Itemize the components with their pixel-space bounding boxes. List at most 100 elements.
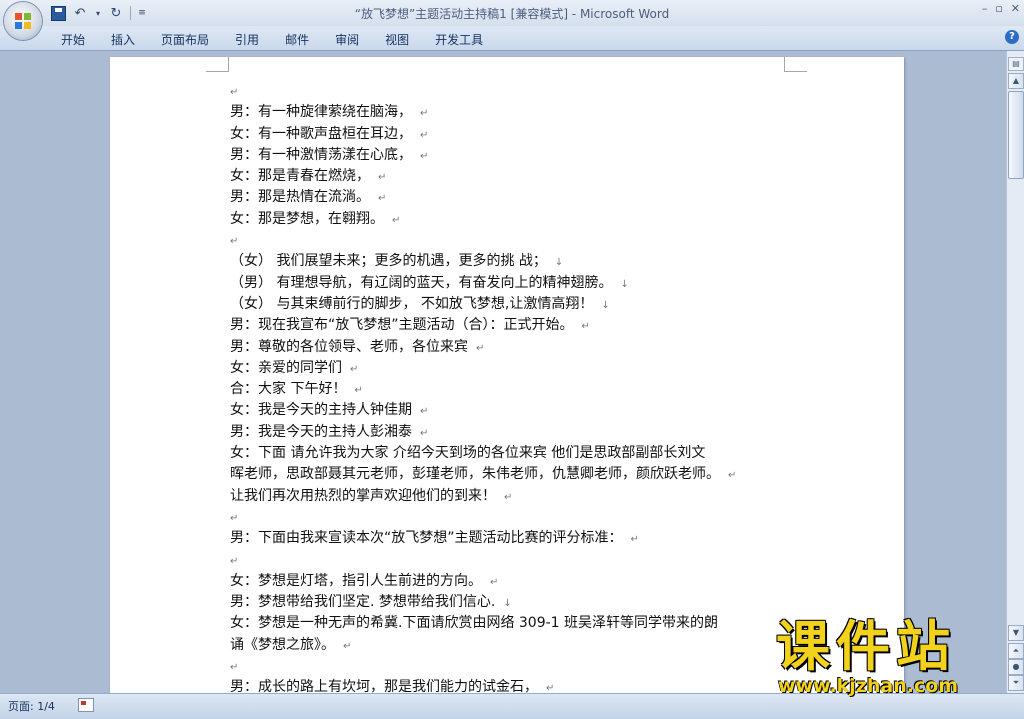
paragraph-line[interactable]: ↵ <box>230 81 790 102</box>
paragraph-line[interactable]: （男） 有理想导航，有辽阔的蓝天，有奋发向上的精神翅膀。 ↓ <box>230 273 790 294</box>
paragraph-mark-icon: ↓ <box>601 299 610 311</box>
paragraph-line[interactable]: 男：那是热情在流淌。 ↵ <box>230 187 790 208</box>
paragraph-text: 女：梦想是一种无声的希冀.下面请欣赏由网络 309-1 班吴泽轩等同学带来的朗 <box>230 615 719 632</box>
proofing-icon[interactable] <box>78 698 94 712</box>
paragraph-mark-icon: ↵ <box>504 491 513 503</box>
paragraph-text: 男：现在我宣布“放飞梦想”主题活动（合）：正式开始。 <box>230 317 574 334</box>
paragraph-mark-icon: ↵ <box>230 236 239 248</box>
paragraph-line[interactable]: 男：下面由我来宣读本次“放飞梦想”主题活动比赛的评分标准： ↵ <box>230 528 790 549</box>
scroll-thumb[interactable] <box>1008 91 1024 179</box>
close-icon[interactable]: ✕ <box>1011 2 1020 15</box>
paragraph-line[interactable]: 晖老师，思政部聂其元老师，彭瑾老师，朱伟老师，仇慧卿老师，颜欣跃老师。 ↵ <box>230 464 790 485</box>
paragraph-text: 女：那是梦想，在翱翔。 <box>230 210 384 227</box>
paragraph-line[interactable]: 男：尊敬的各位领导、老师，各位来宾 ↵ <box>230 337 790 358</box>
paragraph-line[interactable]: 女：梦想是灯塔，指引人生前进的方向。 ↵ <box>230 571 790 592</box>
next-page-icon[interactable]: ⏷ <box>1008 675 1024 691</box>
paragraph-text: 男：尊敬的各位领导、老师，各位来宾 <box>230 338 468 355</box>
browse-object-icon[interactable]: ● <box>1008 659 1024 675</box>
paragraph-line[interactable]: 女：梦想是一种无声的希冀.下面请欣赏由网络 309-1 班吴泽轩等同学带来的朗 <box>230 613 790 634</box>
paragraph-line[interactable]: 女：下面 请允许我为大家 介绍今天到场的各位来宾 他们是思政部副部长刘文 <box>230 443 790 464</box>
tab-home[interactable]: 开始 <box>48 30 98 49</box>
help-icon[interactable]: ? <box>1005 30 1019 44</box>
paragraph-line[interactable]: 男：我是今天的主持人彭湘泰 ↵ <box>230 422 790 443</box>
paragraph-line[interactable]: ↵ <box>230 230 790 251</box>
paragraph-line[interactable]: ↵ <box>230 507 790 528</box>
paragraph-text: 女：梦想是灯塔，指引人生前进的方向。 <box>230 572 482 589</box>
watermark-logo: 课件站 www.kjzhan.com <box>776 615 1004 697</box>
paragraph-mark-icon: ↵ <box>728 470 737 482</box>
restore-icon[interactable]: ▫ <box>995 2 1002 15</box>
title-bar: ↶ ▾ ↻ ≡ “放飞梦想”主题活动主持稿1 [兼容模式] - Microsof… <box>0 0 1024 26</box>
paragraph-mark-icon: ↵ <box>343 640 352 652</box>
paragraph-text: 女：下面 请允许我为大家 介绍今天到场的各位来宾 他们是思政部副部长刘文 <box>230 445 706 462</box>
tab-review[interactable]: 审阅 <box>322 30 372 49</box>
document-body[interactable]: ↵ 男：有一种旋律萦绕在脑海， ↵ 女：有一种歌声盘桓在耳边， ↵ 男：有一种激情荡漾在心… <box>230 81 790 693</box>
paragraph-mark-icon: ↵ <box>420 406 429 418</box>
tab-mailings[interactable]: 邮件 <box>272 30 322 49</box>
paragraph-mark-icon: ↵ <box>378 193 387 205</box>
paragraph-mark-icon: ↵ <box>420 427 429 439</box>
paragraph-line[interactable]: 合：大家 下午好！ ↵ <box>230 379 790 400</box>
paragraph-line[interactable]: 女：亲爱的同学们 ↵ <box>230 358 790 379</box>
ribbon-tabs: 开始 插入 页面布局 引用 邮件 审阅 视图 开发工具 <box>48 30 496 49</box>
paragraph-text: 合：大家 下午好！ <box>230 381 347 398</box>
paragraph-line[interactable]: 男：有一种激情荡漾在心底， ↵ <box>230 145 790 166</box>
page-count[interactable]: 页面: 1/4 <box>8 698 55 714</box>
paragraph-line[interactable]: 诵《梦想之旅》。 ↵ <box>230 635 790 656</box>
paragraph-mark-icon: ↵ <box>546 683 555 693</box>
paragraph-mark-icon: ↵ <box>476 342 485 354</box>
paragraph-mark-icon: ↓ <box>554 257 564 269</box>
paragraph-line[interactable]: ↵ <box>230 656 790 677</box>
paragraph-text: （女） 我们展望未来；更多的机遇，更多的挑 战； <box>230 253 547 270</box>
paragraph-mark-icon: ↵ <box>230 87 239 98</box>
document-workspace: ↵ 男：有一种旋律萦绕在脑海， ↵ 女：有一种歌声盘桓在耳边， ↵ 男：有一种激情荡漾在心… <box>0 51 1007 693</box>
paragraph-text: 女：亲爱的同学们 <box>230 359 342 376</box>
vertical-scrollbar[interactable]: ▤ ▲ ▼ ⏶ ● ⏷ <box>1006 51 1024 693</box>
paragraph-line[interactable]: 让我们再次用热烈的掌声欢迎他们的到来！ ↵ <box>230 486 790 507</box>
paragraph-text: 男：梦想带给我们坚定. 梦想带给我们信心. <box>230 594 496 611</box>
watermark-url: www.kjzhan.com <box>778 675 959 697</box>
minimize-icon[interactable]: – <box>982 2 988 15</box>
office-logo-icon <box>15 13 31 29</box>
office-button[interactable] <box>4 2 42 40</box>
paragraph-text: 男：有一种旋律萦绕在脑海， <box>230 104 412 121</box>
tab-developer[interactable]: 开发工具 <box>422 30 496 49</box>
paragraph-text: 女：我是今天的主持人钟佳期 <box>230 402 412 419</box>
paragraph-line[interactable]: 女：我是今天的主持人钟佳期 ↵ <box>230 400 790 421</box>
previous-page-icon[interactable]: ⏶ <box>1008 643 1024 659</box>
document-page[interactable]: ↵ 男：有一种旋律萦绕在脑海， ↵ 女：有一种歌声盘桓在耳边， ↵ 男：有一种激情荡漾在心… <box>110 57 904 693</box>
paragraph-text: 诵《梦想之旅》。 <box>230 636 335 653</box>
paragraph-line[interactable]: 男：成长的路上有坎坷，那是我们能力的试金石， ↵ <box>230 677 790 693</box>
paragraph-line[interactable]: 女：有一种歌声盘桓在耳边， ↵ <box>230 124 790 145</box>
window-title: “放飞梦想”主题活动主持稿1 [兼容模式] - Microsoft Word <box>354 7 670 21</box>
paragraph-line[interactable]: 男：现在我宣布“放飞梦想”主题活动（合）：正式开始。 ↵ <box>230 315 790 336</box>
paragraph-text: 女：有一种歌声盘桓在耳边， <box>230 125 412 142</box>
paragraph-line[interactable]: （女） 与其束缚前行的脚步， 不如放飞梦想,让激情高翔！ ↓ <box>230 294 790 315</box>
ruler-toggle-icon[interactable]: ▤ <box>1008 57 1024 71</box>
tab-references[interactable]: 引用 <box>222 30 272 49</box>
paragraph-mark-icon: ↵ <box>230 512 239 524</box>
paragraph-line[interactable]: 女：那是梦想，在翱翔。 ↵ <box>230 209 790 230</box>
paragraph-mark-icon: ↵ <box>378 172 387 184</box>
margin-corner-mark <box>784 57 807 72</box>
scroll-up-icon[interactable]: ▲ <box>1008 73 1024 89</box>
paragraph-text: 男：有一种激情荡漾在心底， <box>230 146 412 163</box>
paragraph-line[interactable]: ↵ <box>230 550 790 571</box>
paragraph-line[interactable]: （女） 我们展望未来；更多的机遇，更多的挑 战； ↓ <box>230 251 790 272</box>
watermark-title: 课件站 <box>776 615 956 678</box>
ribbon: 开始 插入 页面布局 引用 邮件 审阅 视图 开发工具 ? <box>0 26 1024 51</box>
tab-page-layout[interactable]: 页面布局 <box>148 30 222 49</box>
paragraph-line[interactable]: 男：梦想带给我们坚定. 梦想带给我们信心. ↓ <box>230 592 790 613</box>
scroll-down-icon[interactable]: ▼ <box>1008 625 1024 641</box>
paragraph-text: （男） 有理想导航，有辽阔的蓝天，有奋发向上的精神翅膀。 <box>230 274 613 291</box>
paragraph-text: 女：那是青春在燃烧， <box>230 168 370 185</box>
paragraph-text: 男：下面由我来宣读本次“放飞梦想”主题活动比赛的评分标准： <box>230 530 623 547</box>
paragraph-mark-icon: ↵ <box>490 576 499 588</box>
paragraph-line[interactable]: 女：那是青春在燃烧， ↵ <box>230 166 790 187</box>
paragraph-text: 男：我是今天的主持人彭湘泰 <box>230 423 412 440</box>
tab-view[interactable]: 视图 <box>372 30 422 49</box>
paragraph-mark-icon: ↓ <box>503 598 512 610</box>
paragraph-line[interactable]: 男：有一种旋律萦绕在脑海， ↵ <box>230 102 790 123</box>
paragraph-mark-icon: ↵ <box>230 662 239 674</box>
tab-insert[interactable]: 插入 <box>98 30 148 49</box>
